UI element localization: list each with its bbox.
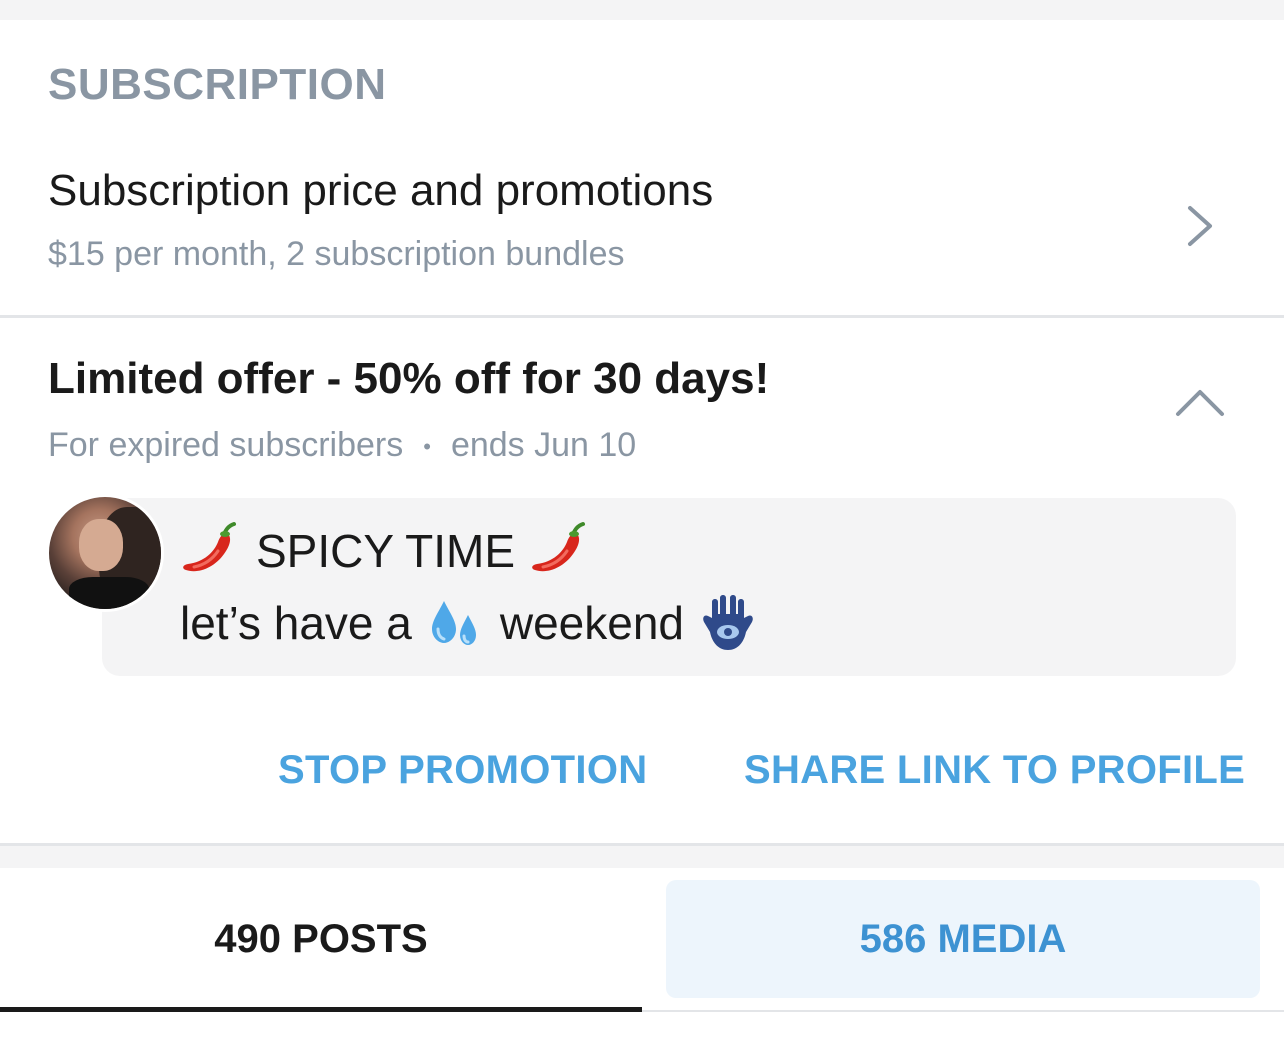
promotion-title: Limited offer - 50% off for 30 days! — [48, 354, 770, 403]
subscription-row-title: Subscription price and promotions — [48, 166, 714, 215]
message-line-1: SPICY TIME — [180, 520, 591, 582]
tab-posts[interactable]: 490 POSTS — [0, 880, 642, 998]
message-prefix: let’s have a — [180, 597, 412, 649]
chevron-up-icon[interactable] — [1172, 382, 1228, 422]
chevron-right-icon — [1188, 206, 1212, 246]
top-strip — [0, 0, 1284, 20]
subscription-price-row[interactable]: Subscription price and promotions $15 pe… — [0, 150, 1284, 318]
avatar-shirt — [69, 577, 149, 609]
promotion-meta: For expired subscribers • ends Jun 10 — [48, 426, 636, 465]
hamsa-icon — [703, 595, 753, 650]
section-divider — [0, 846, 1284, 868]
stop-promotion-button[interactable]: STOP PROMOTION — [278, 748, 647, 793]
tab-baseline — [642, 1010, 1284, 1012]
message-suffix: weekend — [499, 597, 685, 649]
hot-pepper-icon — [183, 522, 236, 572]
profile-tabs: 490 POSTS 586 MEDIA — [0, 868, 1284, 1059]
hot-pepper-icon — [532, 522, 586, 572]
message-spicy-text: SPICY TIME — [256, 525, 516, 577]
avatar[interactable] — [46, 494, 164, 612]
promotion-actions: STOP PROMOTION SHARE LINK TO PROFILE — [0, 748, 1284, 808]
subscription-row-subtitle: $15 per month, 2 subscription bundles — [48, 235, 625, 273]
promotion-card: Limited offer - 50% off for 30 days! For… — [0, 318, 1284, 846]
promotion-end-date: ends Jun 10 — [450, 426, 637, 464]
active-tab-indicator — [0, 1007, 642, 1012]
message-line-2: let’s have a weekend — [180, 592, 758, 654]
promotion-audience: For expired subscribers — [48, 426, 404, 464]
tab-media[interactable]: 586 MEDIA — [666, 880, 1260, 998]
section-header: SUBSCRIPTION — [48, 60, 387, 109]
share-link-button[interactable]: SHARE LINK TO PROFILE — [744, 748, 1245, 793]
meta-separator: • — [423, 434, 431, 460]
promotion-message-bubble: SPICY TIME let’s have a weekend — [102, 498, 1236, 676]
sweat-droplets-icon — [431, 601, 476, 645]
avatar-face — [79, 519, 123, 571]
